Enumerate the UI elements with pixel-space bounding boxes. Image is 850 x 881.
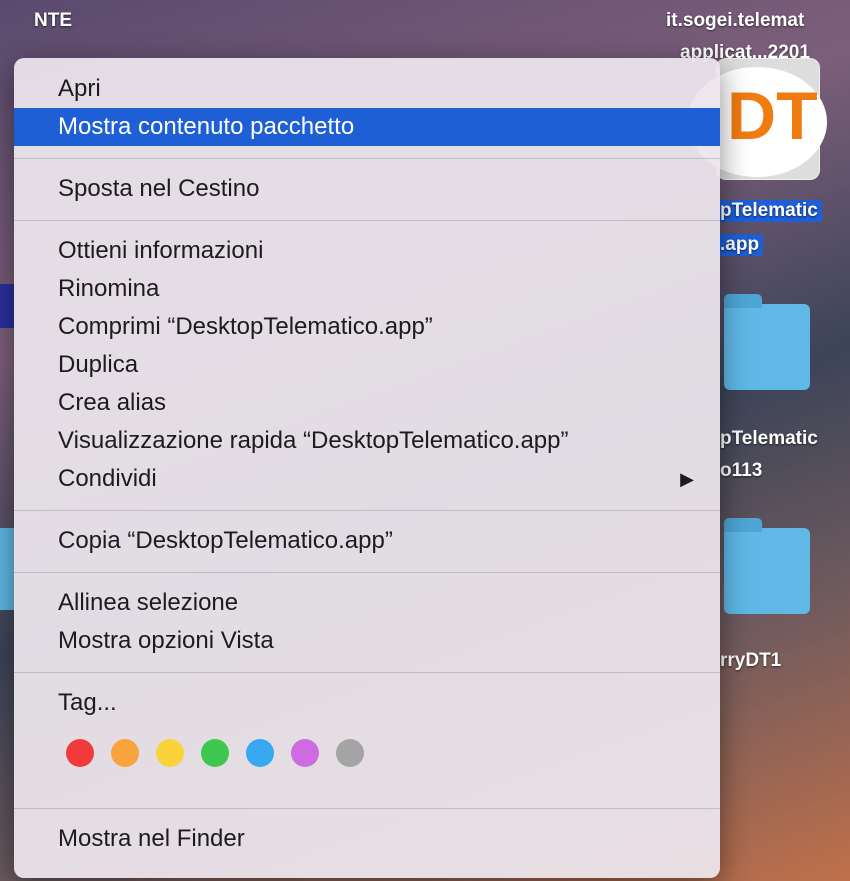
app-icon-logo-text: DT [727, 78, 818, 154]
menu-item-tag[interactable]: Tag... [14, 684, 720, 722]
menu-separator [14, 510, 720, 511]
menu-separator [14, 672, 720, 673]
menu-item-rinomina[interactable]: Rinomina [14, 270, 720, 308]
menu-item-crea-alias[interactable]: Crea alias [14, 384, 720, 422]
menu-item-allinea-selezione[interactable]: Allinea selezione [14, 584, 720, 622]
menu-item-condividi-label: Condividi [58, 465, 157, 492]
tag-purple-dot-icon[interactable] [291, 739, 319, 767]
desktop-label-folder2-line1[interactable]: rryDT1 [720, 650, 781, 672]
menu-item-apri[interactable]: Apri [14, 70, 720, 108]
tag-green-dot-icon[interactable] [201, 739, 229, 767]
desktop-label-folder1-line2[interactable]: o113 [720, 460, 762, 482]
menu-separator [14, 158, 720, 159]
desktop-folder-edge-2 [0, 528, 14, 610]
menu-spacer [14, 784, 720, 808]
menu-item-copia[interactable]: Copia “DesktopTelematico.app” [14, 522, 720, 560]
menu-item-mostra-contenuto-pacchetto[interactable]: Mostra contenuto pacchetto [14, 108, 720, 146]
menu-separator [14, 572, 720, 573]
context-menu: Apri Mostra contenuto pacchetto Sposta n… [14, 58, 720, 878]
submenu-arrow-icon: ▶ [680, 469, 694, 489]
menu-item-sposta-nel-cestino[interactable]: Sposta nel Cestino [14, 170, 720, 208]
menu-separator [14, 220, 720, 221]
desktop-folder-edge-1 [0, 284, 14, 328]
menu-item-mostra-nel-finder[interactable]: Mostra nel Finder [14, 820, 720, 858]
menu-item-comprimi[interactable]: Comprimi “DesktopTelematico.app” [14, 308, 720, 346]
menu-item-duplica[interactable]: Duplica [14, 346, 720, 384]
menu-item-condividi[interactable]: Condividi ▶ [14, 460, 720, 498]
desktop-folder-icon-1[interactable] [724, 294, 810, 390]
desktop-label-sogei-line1[interactable]: it.sogei.telemat [666, 10, 804, 32]
tag-red-dot-icon[interactable] [66, 739, 94, 767]
desktop-label-app-line2[interactable]: .app [716, 234, 764, 256]
desktop-label-folder1-line1[interactable]: pTelematic [720, 428, 818, 450]
desktop-label-top-left[interactable]: NTE [34, 10, 72, 32]
tag-blue-dot-icon[interactable] [246, 739, 274, 767]
desktop-app-icon[interactable]: DT [687, 58, 827, 180]
tag-orange-dot-icon[interactable] [111, 739, 139, 767]
desktop-label-app-line1[interactable]: pTelematic [716, 200, 822, 222]
tag-gray-dot-icon[interactable] [336, 739, 364, 767]
menu-item-mostra-opzioni-vista[interactable]: Mostra opzioni Vista [14, 622, 720, 660]
menu-separator [14, 808, 720, 809]
menu-item-ottieni-informazioni[interactable]: Ottieni informazioni [14, 232, 720, 270]
tag-color-row [14, 722, 720, 784]
desktop-folder-icon-2[interactable] [724, 518, 810, 614]
menu-item-visualizzazione-rapida[interactable]: Visualizzazione rapida “DesktopTelematic… [14, 422, 720, 460]
tag-yellow-dot-icon[interactable] [156, 739, 184, 767]
